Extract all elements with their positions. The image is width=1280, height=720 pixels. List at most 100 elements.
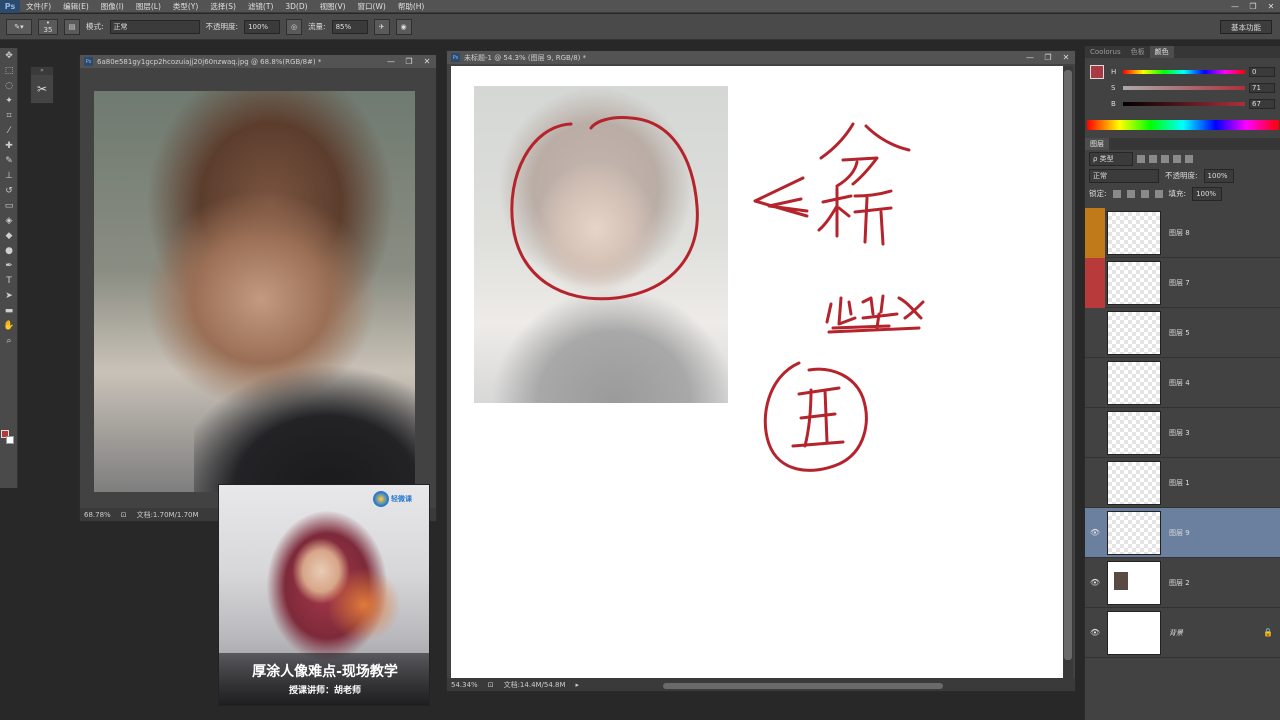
stamp-tool-icon[interactable]: ⊥ <box>0 168 18 183</box>
color-swatch[interactable] <box>1090 65 1104 79</box>
restore-icon[interactable]: ❐ <box>1039 51 1057 64</box>
background-color-swatch[interactable] <box>6 436 14 444</box>
visibility-eye-icon[interactable]: 👁 <box>1085 558 1105 608</box>
restore-icon[interactable]: ❐ <box>1244 0 1262 13</box>
size-pressure-icon[interactable]: ◉ <box>395 18 412 35</box>
tab-swatches[interactable]: 色板 <box>1126 46 1150 58</box>
layer-row[interactable]: 图层 4 <box>1085 358 1280 408</box>
eraser-tool-icon[interactable]: ▭ <box>0 198 18 213</box>
menu-filter[interactable]: 滤镜(T) <box>242 1 279 12</box>
type-tool-icon[interactable]: T <box>0 273 18 288</box>
document-window-reference[interactable]: Ps 6a80e581gy1gcp2hcozuiajj20j60nzwaq.jp… <box>79 54 437 522</box>
layer-filter-select[interactable]: ρ 类型 <box>1089 151 1133 166</box>
menu-edit[interactable]: 编辑(E) <box>57 1 95 12</box>
move-tool-icon[interactable]: ✥ <box>0 48 18 63</box>
menu-image[interactable]: 图像(I) <box>95 1 130 12</box>
color-spectrum[interactable] <box>1087 120 1279 130</box>
menu-type[interactable]: 类型(Y) <box>167 1 204 12</box>
tab-coolorus[interactable]: Coolorus <box>1085 46 1126 58</box>
layer-name[interactable]: 图层 3 <box>1169 428 1190 438</box>
zoom-level[interactable]: 68.78% <box>84 511 111 519</box>
brush-tool-preset-icon[interactable]: ✎▾ <box>6 18 32 35</box>
tab-layers[interactable]: 图层 <box>1085 138 1109 150</box>
filter-adjust-icon[interactable] <box>1149 154 1157 163</box>
history-brush-icon[interactable]: ↺ <box>0 183 18 198</box>
lock-transparent-icon[interactable] <box>1112 189 1121 198</box>
filter-shape-icon[interactable] <box>1173 154 1181 163</box>
zoom-level[interactable]: 54.34% <box>451 681 478 689</box>
flow-input[interactable]: 85% <box>331 19 368 34</box>
collapsed-panel[interactable]: » ✂ <box>30 66 54 104</box>
h-value[interactable]: 0 <box>1249 67 1275 77</box>
status-icon[interactable]: ⊡ <box>121 511 127 519</box>
layer-name[interactable]: 图层 8 <box>1169 228 1190 238</box>
layer-row[interactable]: 图层 8 <box>1085 207 1280 258</box>
filter-pixel-icon[interactable] <box>1137 154 1145 163</box>
menu-help[interactable]: 帮助(H) <box>392 1 431 12</box>
brightness-slider[interactable] <box>1123 102 1245 106</box>
status-icon[interactable]: ⊡ <box>488 681 494 689</box>
layer-name[interactable]: 图层 4 <box>1169 378 1190 388</box>
quick-select-tool-icon[interactable]: ✦ <box>0 93 18 108</box>
layer-name[interactable]: 图层 9 <box>1169 528 1190 538</box>
zoom-tool-icon[interactable]: ⌕ <box>0 333 18 348</box>
shape-tool-icon[interactable]: ▬ <box>0 303 18 318</box>
scroll-thumb[interactable] <box>663 683 943 689</box>
close-icon[interactable]: ✕ <box>418 55 436 68</box>
saturation-slider[interactable] <box>1123 86 1245 90</box>
lock-pixels-icon[interactable] <box>1126 189 1135 198</box>
b-value[interactable]: 67 <box>1249 99 1275 109</box>
menu-view[interactable]: 视图(V) <box>314 1 352 12</box>
visibility-toggle[interactable] <box>1085 308 1105 358</box>
canvas[interactable] <box>451 66 1063 680</box>
eyedropper-tool-icon[interactable]: ⁄ <box>0 123 18 138</box>
fill-input[interactable]: 100% <box>1192 186 1223 201</box>
hue-slider[interactable] <box>1123 70 1245 74</box>
visibility-eye-icon[interactable]: 👁 <box>1085 608 1105 658</box>
vertical-scrollbar[interactable] <box>1063 66 1073 680</box>
healing-tool-icon[interactable]: ✚ <box>0 138 18 153</box>
horizontal-scrollbar[interactable] <box>613 682 1043 690</box>
brush-panel-icon[interactable]: ▤ <box>64 18 80 35</box>
menu-layer[interactable]: 图层(L) <box>130 1 167 12</box>
opacity-pressure-icon[interactable]: ◎ <box>286 18 303 35</box>
blur-tool-icon[interactable]: ◆ <box>0 228 18 243</box>
lock-position-icon[interactable] <box>1140 189 1149 198</box>
status-arrow-icon[interactable]: ▸ <box>576 681 580 689</box>
layer-row[interactable]: 👁 背景 🔒 <box>1085 608 1280 658</box>
mode-select[interactable]: 正常 <box>109 19 200 34</box>
minimize-icon[interactable]: — <box>382 55 400 68</box>
layer-row[interactable]: 图层 1 <box>1085 458 1280 508</box>
path-select-icon[interactable]: ➤ <box>0 288 18 303</box>
marquee-tool-icon[interactable]: ⬚ <box>0 63 18 78</box>
lock-all-icon[interactable] <box>1154 189 1163 198</box>
layer-name[interactable]: 图层 2 <box>1169 578 1190 588</box>
doc-tab-canvas[interactable]: Ps 未标题-1 @ 54.3% (图层 9, RGB/8) * — ❐ ✕ <box>447 51 1075 64</box>
visibility-toggle[interactable] <box>1085 408 1105 458</box>
menu-3d[interactable]: 3D(D) <box>279 2 313 11</box>
restore-icon[interactable]: ❐ <box>400 55 418 68</box>
doc-tab-reference[interactable]: Ps 6a80e581gy1gcp2hcozuiajj20j60nzwaq.jp… <box>80 55 436 68</box>
layer-name[interactable]: 图层 7 <box>1169 278 1190 288</box>
filter-smart-icon[interactable] <box>1185 154 1193 163</box>
hand-tool-icon[interactable]: ✋ <box>0 318 18 333</box>
layer-name[interactable]: 图层 1 <box>1169 478 1190 488</box>
paint-bucket-icon[interactable]: ◈ <box>0 213 18 228</box>
minimize-icon[interactable]: — <box>1021 51 1039 64</box>
brush-tool-icon[interactable]: ✎ <box>0 153 18 168</box>
airbrush-icon[interactable]: ✈ <box>373 18 390 35</box>
minimize-icon[interactable]: — <box>1226 0 1244 13</box>
close-icon[interactable]: ✕ <box>1262 0 1280 13</box>
tool-presets-icon[interactable]: ✂ <box>31 75 53 103</box>
visibility-toggle[interactable] <box>1085 358 1105 408</box>
menu-select[interactable]: 选择(S) <box>204 1 242 12</box>
document-window-canvas[interactable]: Ps 未标题-1 @ 54.3% (图层 9, RGB/8) * — ❐ ✕ 5… <box>446 50 1076 692</box>
tab-color[interactable]: 颜色 <box>1149 46 1174 58</box>
layer-row[interactable]: 图层 5 <box>1085 308 1280 358</box>
layer-row[interactable]: 图层 7 <box>1085 257 1280 308</box>
layer-row[interactable]: 👁 图层 2 <box>1085 558 1280 608</box>
layer-opacity-input[interactable]: 100% <box>1203 168 1234 183</box>
brush-size-picker[interactable]: • 35 <box>38 18 58 35</box>
lasso-tool-icon[interactable]: ◌ <box>0 78 18 93</box>
layer-name[interactable]: 图层 5 <box>1169 328 1190 338</box>
